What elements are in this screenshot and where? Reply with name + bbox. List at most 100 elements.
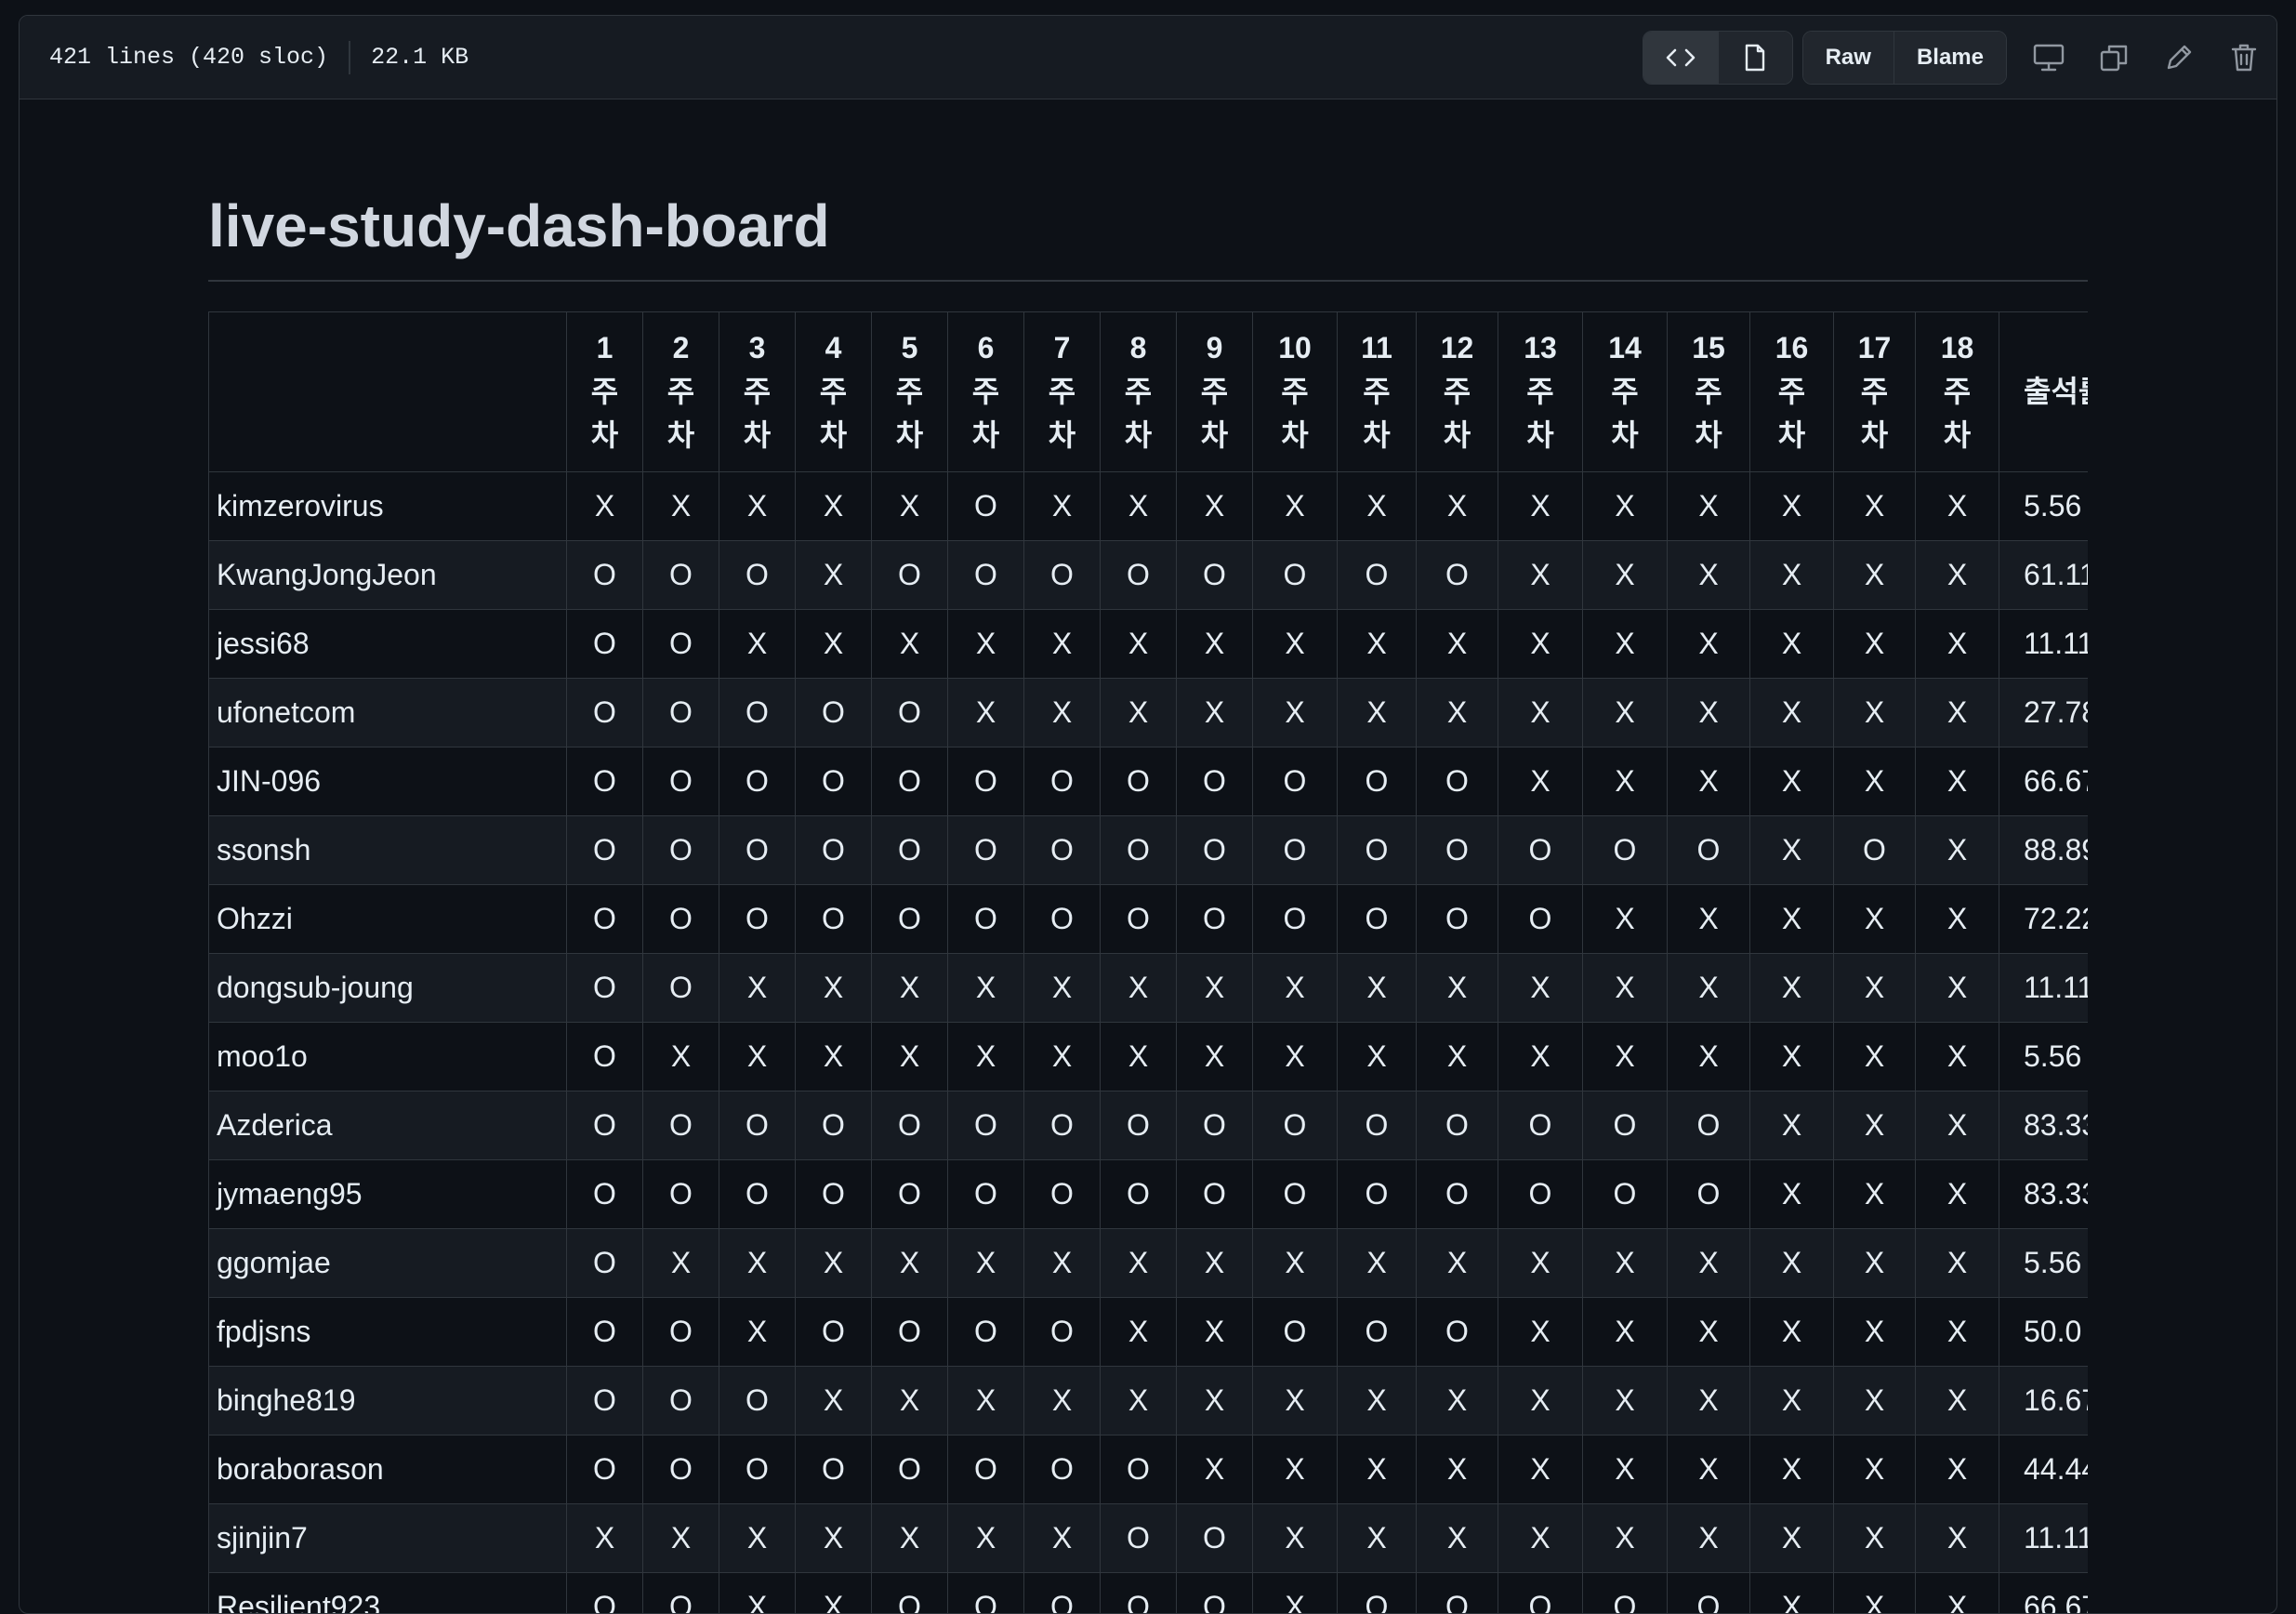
desktop-button[interactable] (2016, 32, 2081, 84)
attendance-mark: O (567, 1229, 643, 1298)
attendance-mark: X (1668, 1367, 1750, 1435)
attendance-mark: O (643, 747, 719, 816)
attendance-mark: X (1024, 679, 1101, 747)
attendance-mark: X (1668, 747, 1750, 816)
attendance-mark: X (1834, 541, 1916, 610)
attendance-mark: O (719, 1435, 796, 1504)
preview-button[interactable] (1718, 32, 1792, 84)
attendance-mark: X (1253, 610, 1338, 679)
attendance-mark: O (567, 1023, 643, 1091)
attendance-mark: O (1668, 816, 1750, 885)
header-week-text: 주 (948, 370, 1023, 414)
attendance-mark: X (643, 1023, 719, 1091)
attendance-mark: X (872, 1367, 948, 1435)
attendance-mark: O (719, 541, 796, 610)
attendance-mark: O (567, 610, 643, 679)
attendance-mark: X (1177, 472, 1253, 541)
attendance-mark: X (1338, 1367, 1417, 1435)
attendance-mark: X (1253, 472, 1338, 541)
attendance-mark: X (1417, 954, 1498, 1023)
member-name: ggomjae (209, 1229, 567, 1298)
attendance-mark: X (1417, 1367, 1498, 1435)
attendance-mark: O (796, 1298, 872, 1367)
attendance-mark: X (1583, 1023, 1668, 1091)
blame-button[interactable]: Blame (1894, 32, 2006, 84)
header-week-11: 11주차 (1338, 312, 1417, 472)
attendance-mark: X (1338, 610, 1417, 679)
attendance-rate: 66.67 (1999, 1573, 2089, 1614)
delete-button[interactable] (2211, 32, 2276, 84)
attendance-mark: O (1024, 1435, 1101, 1504)
attendance-mark: X (1024, 610, 1101, 679)
attendance-mark: O (1101, 1504, 1177, 1573)
attendance-mark: X (1834, 1023, 1916, 1091)
attendance-mark: X (1583, 1504, 1668, 1573)
attendance-mark: O (1177, 1091, 1253, 1160)
attendance-mark: O (719, 1091, 796, 1160)
attendance-rate: 44.44 (1999, 1435, 2089, 1504)
attendance-mark: X (872, 1023, 948, 1091)
attendance-mark: X (719, 610, 796, 679)
attendance-rate: 66.67 (1999, 747, 2089, 816)
attendance-mark: X (948, 1229, 1024, 1298)
header-week-2: 2주차 (643, 312, 719, 472)
attendance-mark: O (872, 679, 948, 747)
attendance-mark: O (643, 1160, 719, 1229)
attendance-mark: X (1750, 1023, 1834, 1091)
file-toolbar: Raw Blame (1643, 16, 2276, 99)
table-row: binghe819OOOXXXXXXXXXXXXXXX16.67 (209, 1367, 2089, 1435)
member-name: Ohzzi (209, 885, 567, 954)
header-week-text: 4 (796, 326, 871, 370)
attendance-mark: O (948, 885, 1024, 954)
header-week-text: 11 (1338, 326, 1416, 370)
attendance-mark: X (1916, 1298, 1999, 1367)
header-week-text: 13 (1498, 326, 1582, 370)
attendance-mark: X (1338, 1435, 1417, 1504)
header-week-text: 주 (567, 370, 642, 414)
attendance-mark: O (796, 747, 872, 816)
attendance-mark: O (872, 1160, 948, 1229)
file-header: 421 lines (420 sloc) 22.1 KB Raw Blame (20, 16, 2276, 99)
header-week-9: 9주차 (1177, 312, 1253, 472)
attendance-rate: 5.56 (1999, 1023, 2089, 1091)
member-name: fpdjsns (209, 1298, 567, 1367)
attendance-mark: X (1750, 1367, 1834, 1435)
attendance-mark: X (1916, 816, 1999, 885)
divider (349, 41, 350, 74)
raw-button[interactable]: Raw (1803, 32, 1894, 84)
member-name: jymaeng95 (209, 1160, 567, 1229)
attendance-mark: X (1417, 679, 1498, 747)
attendance-mark: O (1417, 1160, 1498, 1229)
edit-button[interactable] (2146, 32, 2211, 84)
attendance-mark: O (1101, 1091, 1177, 1160)
file-viewer: 421 lines (420 sloc) 22.1 KB Raw Blame (19, 15, 2277, 1614)
attendance-mark: X (796, 1367, 872, 1435)
header-week-text: 주 (1498, 370, 1582, 414)
attendance-mark: O (1253, 541, 1338, 610)
header-week-text: 10 (1253, 326, 1337, 370)
attendance-mark: X (1583, 1367, 1668, 1435)
attendance-mark: O (796, 885, 872, 954)
attendance-mark: X (796, 954, 872, 1023)
table-row: Resilient923OOXXOOOOOXOOOOOXXX66.67 (209, 1573, 2089, 1614)
attendance-mark: X (1498, 541, 1583, 610)
attendance-mark: O (1338, 1298, 1417, 1367)
attendance-mark: X (719, 954, 796, 1023)
copy-button[interactable] (2081, 32, 2146, 84)
attendance-mark: O (719, 885, 796, 954)
header-week-13: 13주차 (1498, 312, 1583, 472)
code-view-button[interactable] (1643, 32, 1718, 84)
attendance-mark: O (1253, 885, 1338, 954)
header-week-5: 5주차 (872, 312, 948, 472)
attendance-mark: O (1253, 747, 1338, 816)
attendance-mark: O (1583, 1160, 1668, 1229)
pencil-icon (2164, 43, 2194, 73)
attendance-mark: O (567, 747, 643, 816)
attendance-mark: X (1750, 472, 1834, 541)
attendance-mark: O (1668, 1573, 1750, 1614)
header-week-text: 14 (1583, 326, 1667, 370)
attendance-mark: O (643, 1091, 719, 1160)
header-week-text: 차 (719, 414, 795, 457)
attendance-mark: O (719, 1367, 796, 1435)
attendance-mark: X (1834, 1504, 1916, 1573)
